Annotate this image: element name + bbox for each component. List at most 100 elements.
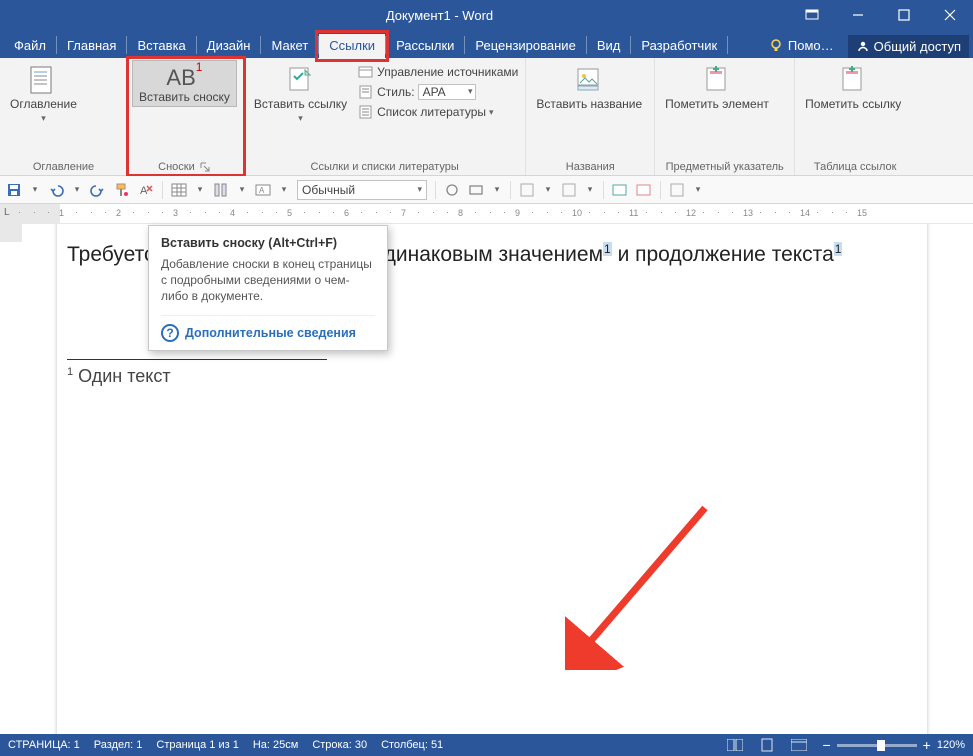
status-page[interactable]: СТРАНИЦА: 1 (8, 739, 80, 751)
tooltip-insert-footnote: Вставить сноску (Alt+Ctrl+F) Добавление … (148, 225, 388, 351)
qat-icon-e[interactable] (669, 182, 685, 198)
ribbon-tabs: Файл Главная Вставка Дизайн Макет Ссылки… (0, 30, 973, 58)
undo-dropdown[interactable]: ▾ (72, 184, 82, 195)
status-page-of[interactable]: Страница 1 из 1 (156, 739, 238, 751)
group-citations: Вставить ссылку▾ Управление источниками … (244, 58, 526, 175)
status-line[interactable]: Строка: 30 (312, 739, 367, 751)
qat-icon-b[interactable] (561, 182, 577, 198)
table-icon[interactable] (171, 182, 187, 198)
tab-insert[interactable]: Вставка (127, 34, 195, 58)
tell-me-icon[interactable] (768, 38, 784, 54)
shapes-dropdown[interactable]: ▾ (492, 184, 502, 195)
save-dropdown[interactable]: ▾ (30, 184, 40, 195)
ruler-l-label: L (4, 207, 10, 218)
ruler-tick: 10 (572, 208, 582, 218)
horizontal-ruler[interactable]: L 123456789101112131415 (0, 204, 973, 224)
undo-icon[interactable] (48, 182, 64, 198)
toc-button[interactable]: Оглавление▾ (4, 60, 83, 126)
manage-sources-icon (358, 64, 374, 80)
footnote-separator (67, 359, 327, 360)
tab-mailings[interactable]: Рассылки (386, 34, 464, 58)
print-layout-button[interactable] (758, 737, 776, 753)
web-layout-button[interactable] (790, 737, 808, 753)
qat-icon-c[interactable] (612, 182, 628, 198)
clear-formatting-icon[interactable]: A (138, 182, 154, 198)
vertical-ruler[interactable] (0, 224, 22, 734)
footnote-ref-2[interactable]: 1 (834, 242, 843, 256)
status-at[interactable]: На: 25см (253, 739, 298, 751)
insert-citation-button[interactable]: Вставить ссылку▾ (248, 60, 353, 126)
help-icon: ? (161, 324, 179, 342)
qat-icon-a[interactable] (519, 182, 535, 198)
save-icon[interactable] (6, 182, 22, 198)
group-toa: Пометить ссылку Таблица ссылок (795, 58, 915, 175)
qat-dd-a[interactable]: ▾ (543, 184, 553, 195)
insert-caption-icon (573, 64, 605, 96)
minimize-button[interactable] (835, 0, 881, 30)
ruler-tick: 9 (515, 208, 520, 218)
redo-icon[interactable] (90, 182, 106, 198)
tab-design[interactable]: Дизайн (197, 34, 261, 58)
style-combo[interactable]: Обычный▾ (297, 180, 427, 200)
insert-footnote-button[interactable]: AB1 Вставить сноску (132, 60, 237, 107)
ruler-tick: 2 (116, 208, 121, 218)
qat-dd-b[interactable]: ▾ (585, 184, 595, 195)
footnote-ref-1[interactable]: 1 (603, 242, 612, 256)
columns-dropdown[interactable]: ▾ (237, 184, 247, 195)
manage-sources-button[interactable]: Управление источниками (355, 63, 521, 81)
tooltip-body: Добавление сноски в конец страницы с под… (161, 256, 375, 305)
group-index: Пометить элемент Предметный указатель (655, 58, 795, 175)
group-toc: Оглавление▾ + Оглавление (0, 58, 128, 175)
tab-view[interactable]: Вид (587, 34, 631, 58)
group-toa-label: Таблица ссылок (799, 159, 911, 175)
zoom-out-button[interactable]: − (822, 737, 830, 753)
status-column[interactable]: Столбец: 51 (381, 739, 443, 751)
qat-dd-e[interactable]: ▾ (693, 184, 703, 195)
tab-developer[interactable]: Разработчик (631, 34, 727, 58)
qat-icon-d[interactable] (636, 182, 652, 198)
tab-file[interactable]: Файл (4, 34, 56, 58)
mark-citation-button[interactable]: Пометить ссылку (799, 60, 907, 113)
status-section[interactable]: Раздел: 1 (94, 739, 143, 751)
zoom-in-button[interactable]: + (923, 737, 931, 753)
footnotes-dialog-launcher[interactable] (199, 161, 211, 173)
shape-rect-icon[interactable] (468, 182, 484, 198)
tab-references[interactable]: Ссылки (319, 34, 385, 58)
group-captions: Вставить название ⇄ Названия (526, 58, 655, 175)
text-box-icon[interactable]: A (255, 182, 271, 198)
ruler-tick: 4 (230, 208, 235, 218)
group-citations-label: Ссылки и списки литературы (248, 159, 521, 175)
tab-home[interactable]: Главная (57, 34, 126, 58)
share-label: Общий доступ (874, 39, 961, 54)
ribbon: Оглавление▾ + Оглавление AB1 Вставить сн… (0, 58, 973, 176)
share-button[interactable]: Общий доступ (848, 35, 969, 58)
zoom-slider[interactable] (837, 744, 917, 747)
footnote-text[interactable]: 1 Один текст (67, 366, 897, 387)
format-painter-icon[interactable] (114, 182, 130, 198)
tooltip-more-link[interactable]: ? Дополнительные сведения (161, 315, 375, 342)
shape-circle-icon[interactable] (444, 182, 460, 198)
mark-entry-button[interactable]: Пометить элемент (659, 60, 775, 113)
tooltip-title: Вставить сноску (Alt+Ctrl+F) (161, 236, 375, 250)
ribbon-display-options-button[interactable] (789, 0, 835, 30)
columns-icon[interactable] (213, 182, 229, 198)
status-bar: СТРАНИЦА: 1 Раздел: 1 Страница 1 из 1 На… (0, 734, 973, 756)
tell-me-label[interactable]: Помо… (788, 34, 844, 58)
ruler-tick: 1 (59, 208, 64, 218)
document-area: Требуется установить сноску с одинаковым… (0, 224, 973, 734)
tab-review[interactable]: Рецензирование (465, 34, 585, 58)
ruler-tick: 14 (800, 208, 810, 218)
ruler-tick: 11 (629, 208, 638, 218)
tab-layout[interactable]: Макет (261, 34, 318, 58)
insert-caption-button[interactable]: Вставить название (530, 60, 648, 113)
textbox-dropdown[interactable]: ▾ (279, 184, 289, 195)
bibliography-button[interactable]: Список литературы ▾ (355, 103, 521, 121)
zoom-value[interactable]: 120% (937, 739, 965, 751)
maximize-button[interactable] (881, 0, 927, 30)
ruler-tick: 6 (344, 208, 349, 218)
citation-style-row[interactable]: Стиль: APA▾ (355, 83, 521, 101)
read-mode-button[interactable] (726, 737, 744, 753)
close-button[interactable] (927, 0, 973, 30)
mark-citation-icon (837, 64, 869, 96)
table-dropdown[interactable]: ▾ (195, 184, 205, 195)
